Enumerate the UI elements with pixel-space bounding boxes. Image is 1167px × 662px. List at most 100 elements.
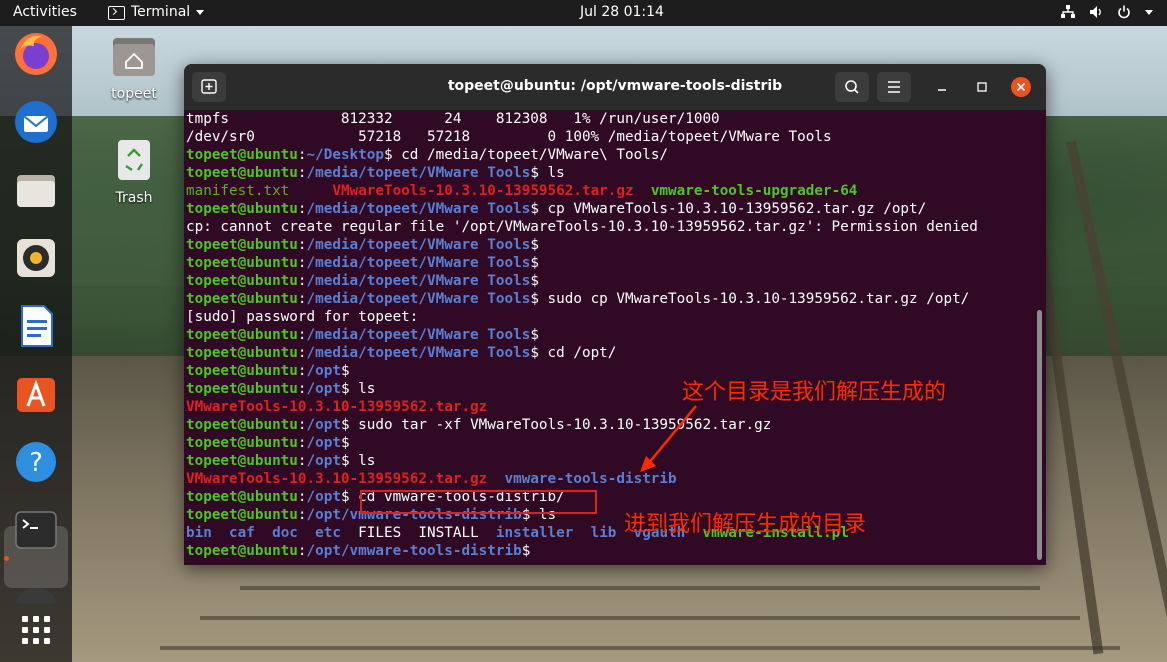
home-folder-icon [113, 38, 155, 76]
terminal-text: $ ls [530, 165, 565, 181]
terminal-line: bin caf doc etc FILES INSTALL installer … [186, 524, 1036, 542]
terminal-line: topeet@ubuntu:/media/topeet/VMware Tools… [186, 236, 1036, 254]
terminal-text: topeet@ubuntu [186, 291, 298, 307]
close-button[interactable] [1011, 77, 1031, 97]
terminal-text: : [297, 363, 307, 379]
terminal-text: bin [186, 525, 212, 541]
search-icon [845, 80, 859, 94]
libreoffice-writer-icon[interactable] [12, 302, 60, 350]
rhythmbox-icon[interactable] [12, 234, 60, 282]
terminal-text: $ [340, 435, 350, 451]
terminal-line: [sudo] password for topeet: [186, 308, 1036, 326]
terminal-text: VMwareTools-10.3.10-13959562.tar.gz [186, 399, 488, 415]
terminal-line: topeet@ubuntu:/media/topeet/VMware Tools… [186, 200, 1036, 218]
terminal-text: : [297, 255, 307, 271]
terminal-text: $ [530, 327, 539, 343]
terminal-line: topeet@ubuntu:/media/topeet/VMware Tools… [186, 290, 1036, 308]
minimize-button[interactable] [932, 77, 952, 97]
files-icon[interactable] [12, 166, 60, 214]
terminal-icon[interactable] [12, 506, 60, 554]
terminal-text: ~/Desktop [306, 147, 384, 163]
terminal-line: topeet@ubuntu:/opt$ [186, 434, 1036, 452]
terminal-text: : [297, 237, 307, 253]
terminal-text: topeet@ubuntu [186, 489, 298, 505]
terminal-line: topeet@ubuntu:/opt/vmware-tools-distrib$… [186, 506, 1036, 524]
terminal-text: topeet@ubuntu [186, 147, 298, 163]
terminal-text: installer [495, 525, 574, 541]
terminal-text: /media/topeet/VMware Tools [306, 291, 531, 307]
highlight-box [360, 490, 597, 514]
terminal-text: topeet@ubuntu [186, 201, 298, 217]
terminal-text: topeet@ubuntu [186, 165, 298, 181]
scrollbar[interactable] [1037, 310, 1042, 560]
running-indicator [4, 556, 9, 561]
terminal-window[interactable]: topeet@ubuntu: /opt/vmware-tools-distrib [184, 64, 1046, 565]
terminal-text: $ [521, 543, 539, 559]
terminal-text: cp: cannot create regular file '/opt/VMw… [186, 219, 978, 235]
terminal-text: topeet@ubuntu [186, 507, 298, 523]
terminal-line: topeet@ubuntu:/media/topeet/VMware Tools… [186, 326, 1036, 344]
terminal-text: : [297, 165, 307, 181]
clock[interactable]: Jul 28 01:14 [580, 4, 664, 20]
activities-button[interactable]: Activities [13, 4, 77, 20]
terminal-text: /opt [306, 489, 341, 505]
terminal-text: /media/topeet/VMware Tools [306, 273, 531, 289]
terminal-line: topeet@ubuntu:/opt$ cd vmware-tools-dist… [186, 488, 1036, 506]
annotation-bottom: 进到我们解压生成的目录 [624, 512, 867, 537]
window-title: topeet@ubuntu: /opt/vmware-tools-distrib [447, 78, 783, 94]
terminal-output[interactable]: tmpfs 812332 24 812308 1% /run/user/1000… [186, 110, 1036, 565]
terminal-text: : [297, 201, 307, 217]
terminal-text: : [297, 453, 307, 469]
terminal-text: lib [590, 525, 617, 541]
terminal-text: $ ls [340, 381, 376, 397]
terminal-text: : [297, 417, 307, 433]
terminal-text: etc [315, 525, 341, 541]
system-tray[interactable] [1061, 5, 1153, 19]
terminal-text: : [297, 273, 307, 289]
terminal-line: topeet@ubuntu:/opt$ sudo tar -xf VMwareT… [186, 416, 1036, 434]
network-icon [1061, 5, 1075, 18]
terminal-line: /dev/sr0 57218 57218 0 100% /media/topee… [186, 128, 1036, 146]
terminal-text: $ [340, 363, 350, 379]
terminal-text: caf [229, 525, 255, 541]
terminal-line: topeet@ubuntu:/opt$ ls [186, 452, 1036, 470]
terminal-text: /opt [306, 363, 341, 379]
firefox-icon[interactable] [12, 30, 60, 78]
trash[interactable]: Trash [94, 138, 174, 206]
home-folder[interactable]: topeet [94, 34, 174, 102]
terminal-line: topeet@ubuntu:/media/topeet/VMware Tools… [186, 164, 1036, 182]
terminal-line: cp: cannot create regular file '/opt/VMw… [186, 218, 1036, 236]
terminal-text: : [297, 381, 307, 397]
terminal-header-bar[interactable]: topeet@ubuntu: /opt/vmware-tools-distrib [184, 64, 1046, 111]
terminal-text: topeet@ubuntu [186, 273, 298, 289]
annotation-top: 这个目录是我们解压生成的 [682, 380, 947, 405]
hamburger-menu-icon [888, 81, 900, 93]
terminal-text: topeet@ubuntu [186, 417, 298, 433]
show-apps-icon[interactable] [12, 606, 60, 654]
terminal-line: VMwareTools-10.3.10-13959562.tar.gz vmwa… [186, 470, 1036, 488]
trash-label: Trash [115, 190, 153, 206]
terminal-line: tmpfs 812332 24 812308 1% /run/user/1000 [186, 110, 1036, 128]
terminal-text: /opt [306, 453, 341, 469]
help-icon[interactable]: ? [12, 438, 60, 486]
software-center-icon[interactable] [12, 370, 60, 418]
terminal-text: topeet@ubuntu [186, 327, 298, 343]
terminal-line: topeet@ubuntu:/media/topeet/VMware Tools… [186, 272, 1036, 290]
terminal-text: : [297, 345, 307, 361]
terminal-text: /media/topeet/VMware Tools [306, 327, 531, 343]
search-button[interactable] [835, 72, 869, 102]
terminal-text: topeet@ubuntu [186, 435, 298, 451]
thunderbird-icon[interactable] [12, 98, 60, 146]
maximize-button[interactable] [972, 77, 992, 97]
volume-icon [1090, 6, 1101, 18]
terminal-text: /opt/vmware-tools-distrib [306, 543, 522, 559]
terminal-text: manifest.txt [186, 183, 290, 199]
terminal-line: manifest.txt VMwareTools-10.3.10-1395956… [186, 182, 1036, 200]
app-menu[interactable]: Terminal [108, 4, 205, 20]
terminal-text: $ ls [340, 453, 376, 469]
terminal-text: topeet@ubuntu [186, 255, 298, 271]
removable-drive-icon[interactable] [12, 574, 60, 604]
menu-button[interactable] [877, 72, 911, 102]
